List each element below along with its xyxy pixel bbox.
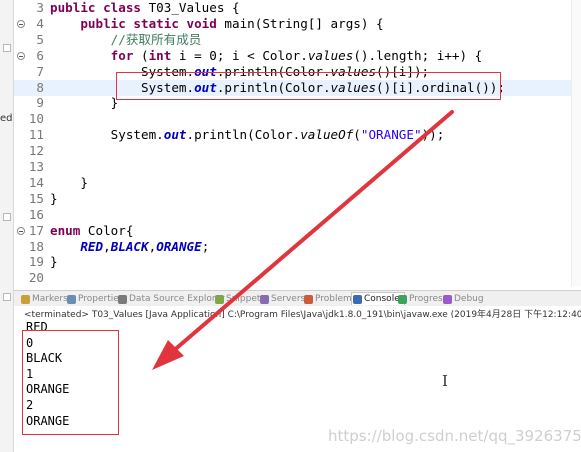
tab-servers[interactable]: Servers [259, 293, 305, 306]
code-text: //获取所有成员 [110, 31, 202, 47]
tab-properties[interactable]: Properties [66, 293, 123, 306]
package-explorer-edge: ed [0, 0, 14, 452]
code-text: } [50, 190, 58, 206]
line-number: 14 [28, 174, 44, 190]
code-line[interactable]: 10 [14, 111, 581, 127]
line-number: 5 [36, 31, 44, 47]
highlight-box-output [22, 330, 119, 435]
line-number: 18 [28, 238, 44, 254]
code-text: public static void main(String[] args) { [80, 15, 384, 31]
console-icon [353, 295, 362, 304]
tab-debug[interactable]: Debug [442, 293, 484, 306]
code-line[interactable]: 4 public static void main(String[] args)… [14, 16, 581, 32]
line-number: 9 [36, 95, 44, 111]
code-line[interactable]: 20 [14, 270, 581, 286]
code-text: for (int i = 0; i < Color.values().lengt… [110, 47, 483, 63]
properties-icon [67, 295, 76, 304]
editor-scrollbar[interactable] [571, 0, 581, 286]
tab-progress[interactable]: Progress [397, 293, 447, 306]
line-number: 16 [28, 206, 44, 222]
tab-label: Console [364, 294, 400, 304]
view-tabs-bar: Markers Properties Data Source Explorer Sni… [14, 290, 581, 306]
code-line[interactable]: 19} [14, 254, 581, 270]
code-line[interactable]: 11 System.out.println(Color.valueOf("ORA… [14, 127, 581, 143]
collapse-icon[interactable] [3, 44, 11, 52]
tab-data-source-explorer[interactable]: Data Source Explorer [117, 293, 225, 306]
code-text: public class T03_Values { [50, 0, 240, 15]
watermark: https://blog.csdn.net/qq_39263750 [328, 427, 581, 445]
tab-problems[interactable]: Problems [303, 293, 356, 306]
line-number: 12 [28, 143, 44, 159]
code-text: } [50, 95, 119, 111]
code-text: enum Color{ [50, 222, 134, 238]
tab-label: Debug [454, 294, 484, 304]
fold-toggle-icon[interactable] [17, 19, 25, 28]
problems-icon [304, 295, 313, 304]
expand-icon[interactable] [3, 213, 11, 221]
tab-markers[interactable]: Markers [20, 293, 68, 306]
line-number: 3 [36, 0, 44, 15]
tab-label: Markers [32, 294, 68, 304]
truncated-label: ed [0, 113, 13, 124]
data-source-icon [118, 295, 127, 304]
progress-icon [398, 295, 407, 304]
debug-icon [443, 295, 452, 304]
code-line[interactable]: 14 } [14, 175, 581, 191]
code-line[interactable]: 13 [14, 159, 581, 175]
line-number: 7 [36, 63, 44, 79]
fold-toggle-icon[interactable] [17, 226, 25, 235]
fold-toggle-icon[interactable] [17, 51, 25, 60]
code-text: } [50, 174, 88, 190]
code-line[interactable]: 5 //获取所有成员 [14, 32, 581, 48]
line-number: 19 [28, 254, 44, 270]
line-number: 8 [36, 79, 44, 95]
code-line[interactable]: 17 enum Color{ [14, 223, 581, 239]
line-number: 15 [28, 190, 44, 206]
code-editor[interactable]: 3 public class T03_Values {4 public stati… [14, 0, 581, 286]
code-line[interactable]: 6 for (int i = 0; i < Color.values().len… [14, 48, 581, 64]
tab-label: Data Source Explorer [129, 294, 225, 304]
snippets-icon [215, 295, 224, 304]
markers-icon [21, 295, 30, 304]
tab-snippets[interactable]: Snippets [214, 293, 265, 306]
code-text: System.out.println(Color.valueOf("ORANGE… [50, 127, 445, 143]
console-terminated-header: <terminated> T03_Values [Java Applicatio… [24, 310, 581, 320]
line-number: 13 [28, 159, 44, 174]
line-number: 20 [28, 270, 44, 286]
minimize-icon[interactable] [3, 293, 11, 301]
highlight-box-code [116, 72, 501, 100]
line-number: 10 [28, 111, 44, 127]
code-text: } [50, 254, 58, 270]
servers-icon [260, 295, 269, 304]
text-cursor-icon: I [442, 372, 448, 390]
code-line[interactable]: 18 RED,BLACK,ORANGE; [14, 239, 581, 255]
code-line[interactable]: 16 [14, 207, 581, 223]
code-text: RED,BLACK,ORANGE; [80, 238, 210, 254]
code-line[interactable]: 15} [14, 191, 581, 207]
code-line[interactable]: 3 public class T03_Values { [14, 0, 581, 16]
line-number: 11 [28, 127, 44, 143]
tab-label: Servers [271, 294, 306, 304]
code-line[interactable]: 12 [14, 143, 581, 159]
